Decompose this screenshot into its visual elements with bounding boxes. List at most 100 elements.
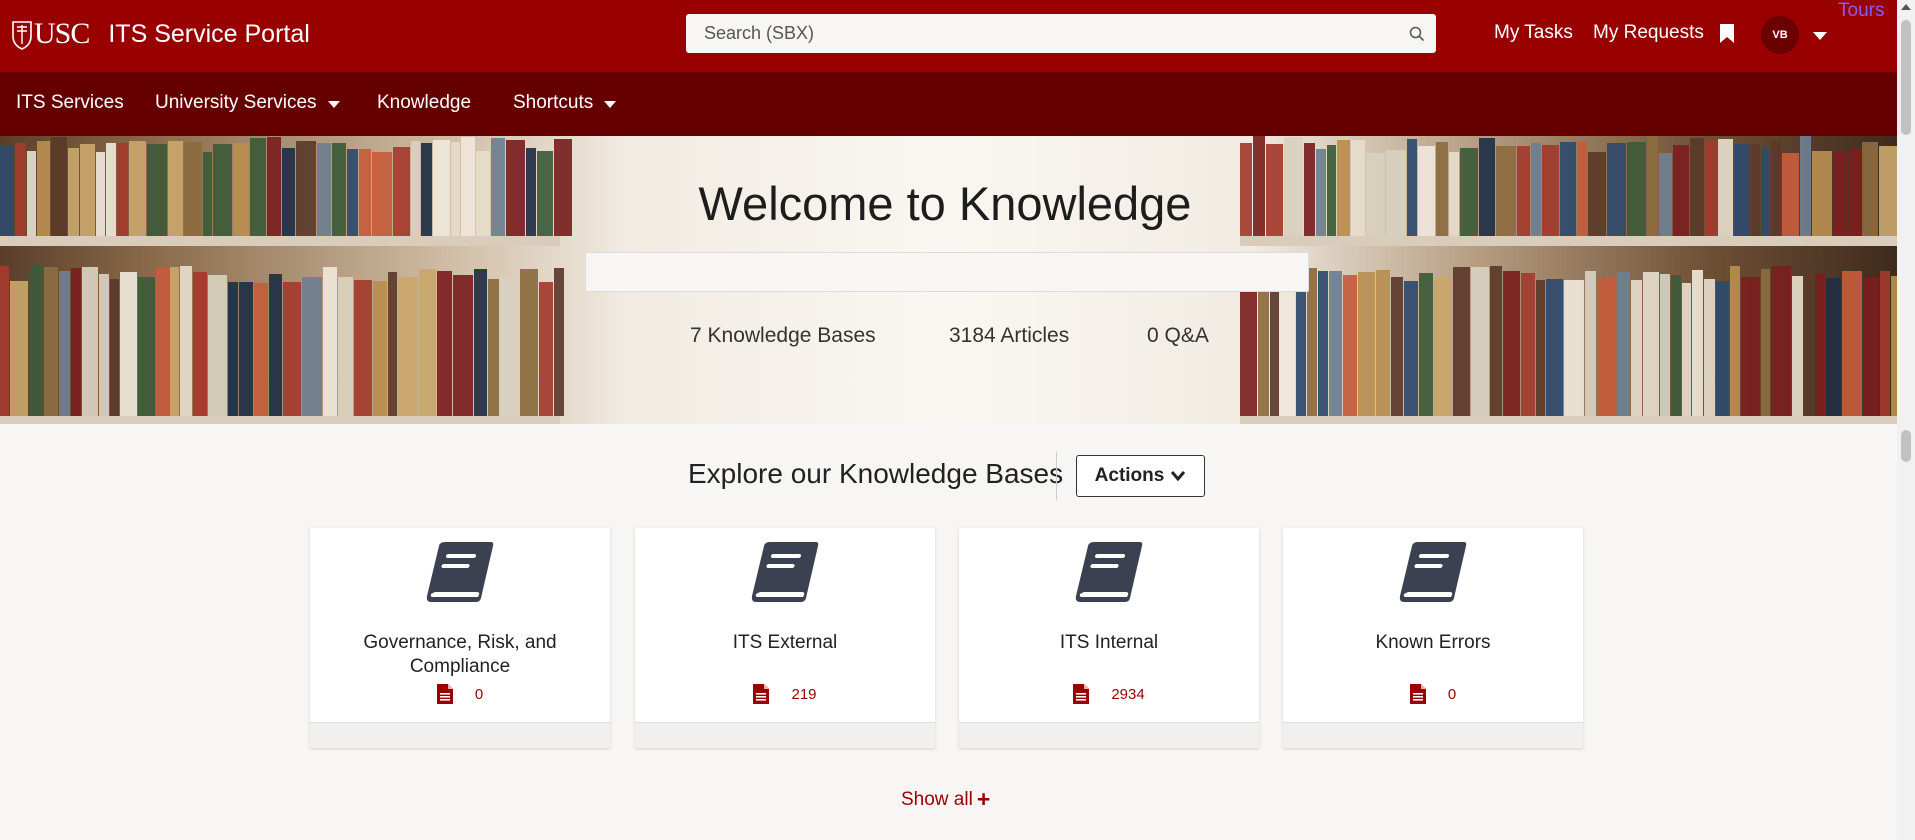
scrollbar[interactable] xyxy=(1897,0,1915,840)
shelf-book xyxy=(500,276,519,416)
shelf-book xyxy=(554,268,564,416)
shelf-book xyxy=(1564,280,1584,416)
portal-title[interactable]: ITS Service Portal xyxy=(108,20,309,49)
shelf-book xyxy=(1804,270,1814,416)
stat-qa: 0 Q&A xyxy=(1147,324,1209,347)
shelf-book xyxy=(1617,272,1630,416)
shelf-book xyxy=(71,268,81,416)
shelf-book xyxy=(99,274,109,416)
card-footer xyxy=(635,722,935,748)
shelf-book xyxy=(1453,267,1470,416)
actions-button[interactable]: Actions xyxy=(1076,455,1205,497)
usc-logo: USC xyxy=(11,17,90,50)
book-icon xyxy=(425,540,495,604)
kb-card-title: ITS External xyxy=(732,632,838,653)
kb-article-count: 2934 xyxy=(959,684,1259,704)
nav-item-label: Shortcuts xyxy=(513,92,594,113)
kb-card-known-errors[interactable]: Known Errors 0 xyxy=(1283,528,1583,748)
shelf-book xyxy=(1503,271,1520,416)
shelf-book xyxy=(1490,266,1502,416)
shelf-book xyxy=(59,271,70,416)
book-icon xyxy=(1398,540,1468,604)
kb-card-title: Known Errors xyxy=(1375,632,1491,653)
shelf-book xyxy=(419,269,436,416)
header-search-input[interactable] xyxy=(704,23,1398,44)
shelf-book xyxy=(539,282,553,416)
shelf-book xyxy=(453,275,473,416)
shelf-book xyxy=(1771,266,1791,416)
shelf-book xyxy=(1343,275,1357,416)
kb-card-governance[interactable]: Governance, Risk, and Compliance 0 xyxy=(310,528,610,748)
my-tasks-link[interactable]: My Tasks xyxy=(1494,22,1573,44)
scroll-up-icon[interactable] xyxy=(1901,4,1911,10)
main-nav: ITS Services University Services Knowled… xyxy=(0,72,1897,136)
document-icon xyxy=(1073,684,1100,704)
shelf-plank xyxy=(0,416,560,424)
shelf-book xyxy=(1761,269,1770,416)
shelf-book xyxy=(398,277,418,416)
shelf-book xyxy=(1585,271,1596,416)
nav-item-shortcuts[interactable]: Shortcuts xyxy=(513,92,617,114)
kb-card-title: ITS Internal xyxy=(1059,632,1159,653)
card-footer xyxy=(1283,722,1583,748)
kb-article-count: 0 xyxy=(1283,684,1583,704)
document-icon xyxy=(1409,684,1437,704)
shelf-book xyxy=(302,277,322,416)
shelf-plank xyxy=(1240,416,1897,424)
shelf-book xyxy=(1471,267,1489,416)
shelf-plank xyxy=(1240,236,1897,246)
divider xyxy=(1056,452,1057,500)
shelf-book xyxy=(44,267,58,416)
tours-link[interactable]: Tours xyxy=(1838,0,1884,22)
shelf-book xyxy=(338,277,353,416)
kb-card-its-external[interactable]: ITS External 219 xyxy=(635,528,935,748)
shelf-book xyxy=(1671,275,1681,416)
shelf-book xyxy=(138,277,155,416)
shelf-book xyxy=(373,281,387,416)
explore-title: Explore our Knowledge Bases xyxy=(688,458,1064,489)
usc-seal-icon xyxy=(12,21,32,50)
avatar[interactable]: VB xyxy=(1761,16,1799,54)
shelf-book xyxy=(0,266,9,416)
chevron-down-icon[interactable] xyxy=(1813,32,1827,40)
brand[interactable]: USC ITS Service Portal xyxy=(11,18,310,50)
show-all-link[interactable]: Show all + xyxy=(901,786,990,813)
nav-item-knowledge[interactable]: Knowledge xyxy=(377,92,471,114)
nav-item-university-services[interactable]: University Services xyxy=(155,92,340,114)
card-footer xyxy=(310,722,610,748)
shelf-book xyxy=(1240,278,1257,416)
usc-wordmark: USC xyxy=(34,17,90,50)
shelf-book xyxy=(1730,266,1740,416)
shelf-book xyxy=(120,272,137,416)
shelf-book xyxy=(110,279,119,416)
shelf-book xyxy=(82,267,98,416)
kb-card-title: Governance, Risk, and Compliance xyxy=(363,632,557,677)
shelf-book xyxy=(1521,273,1535,416)
nav-item-its-services[interactable]: ITS Services xyxy=(16,92,124,114)
shelf-book xyxy=(1597,278,1616,416)
chevron-down-icon xyxy=(1171,471,1186,482)
hero-banner: Welcome to Knowledge 7 Knowledge Bases 3… xyxy=(0,136,1897,424)
bookmark-icon[interactable] xyxy=(1719,24,1735,44)
hero-search-input[interactable] xyxy=(585,252,1309,292)
shelf-book xyxy=(474,269,487,416)
shelf-book xyxy=(283,282,301,416)
kb-card-its-internal[interactable]: ITS Internal 2934 xyxy=(959,528,1259,748)
shelf-book xyxy=(1434,278,1452,416)
shelf-book xyxy=(1682,283,1691,416)
top-header: USC ITS Service Portal My Tasks My Reque… xyxy=(0,0,1897,72)
shelf-book xyxy=(1358,272,1375,416)
kb-count-value: 2934 xyxy=(1111,685,1145,703)
shelf-book xyxy=(1792,276,1803,416)
my-requests-link[interactable]: My Requests xyxy=(1593,22,1704,44)
search-icon[interactable] xyxy=(1398,15,1436,53)
shelf-book xyxy=(208,275,227,416)
shelf-plank xyxy=(0,236,560,246)
shelf-book xyxy=(1880,271,1890,416)
kb-count-value: 0 xyxy=(1447,685,1457,703)
caret-down-icon xyxy=(327,101,340,108)
shelf-book xyxy=(156,267,169,416)
shelf-book xyxy=(1863,278,1879,416)
scrollbar-thumb[interactable] xyxy=(1901,20,1911,135)
document-icon xyxy=(436,684,464,704)
